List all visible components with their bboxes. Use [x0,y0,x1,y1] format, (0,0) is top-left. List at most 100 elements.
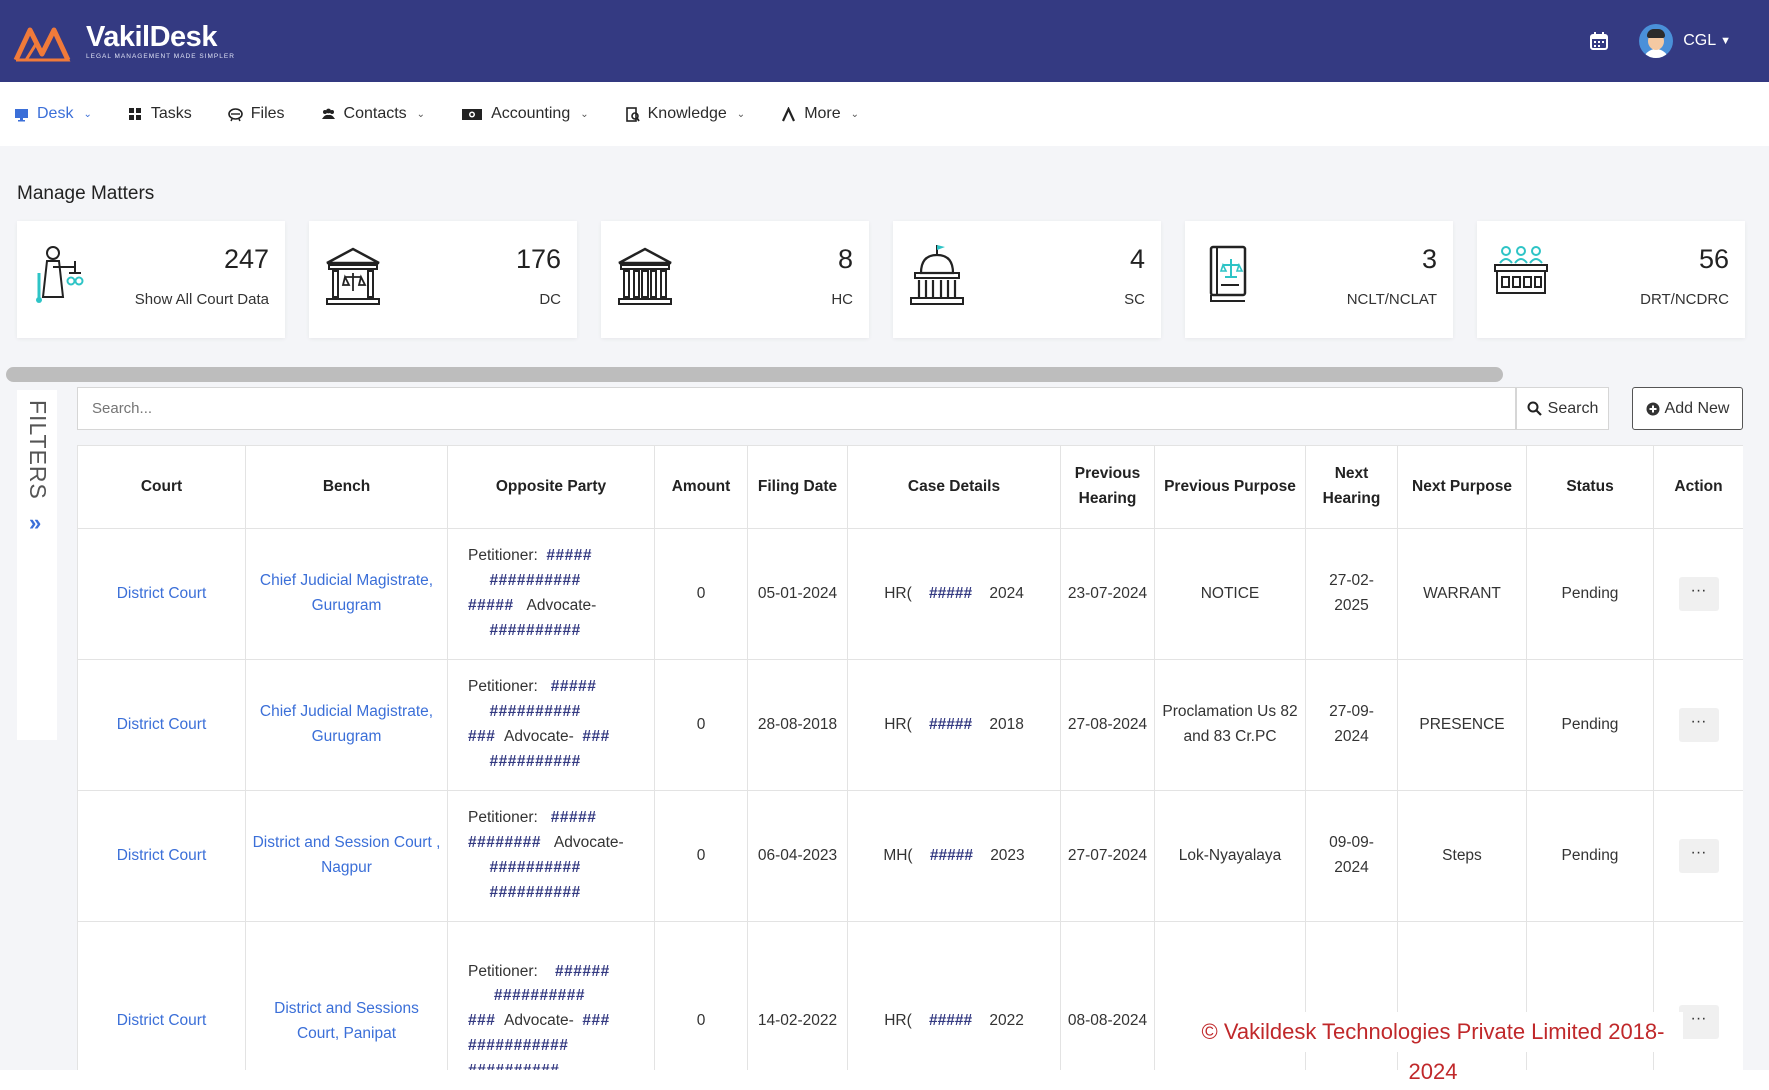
next-purpose-cell: Steps [1397,790,1527,922]
filters-label: FILTERS [25,400,51,500]
stat-label: NCLT/NCLAT [1346,291,1437,308]
court-link[interactable]: District Court [77,659,246,791]
chevron-down-icon[interactable]: ▼ [1720,35,1731,47]
tasks-icon [128,107,143,122]
case-prefix: HR( [884,1012,912,1030]
redacted-text: ########## [489,572,581,590]
search-button[interactable]: Search [1516,387,1609,430]
desk-icon [14,107,29,122]
bench-link[interactable]: District and Session Court , Nagpur [245,790,448,922]
chevron-down-icon: ⌄ [580,108,589,120]
more-icon [781,105,796,122]
column-header[interactable]: Status [1526,445,1654,529]
nav-label-files: Files [250,105,285,122]
filters-panel-toggle[interactable]: FILTERS [17,390,57,740]
redacted-text: ########## [489,883,581,901]
stat-card-all-courts[interactable]: 247 Show All Court Data [17,221,285,338]
action-cell: ··· [1653,790,1743,922]
amount-cell: 0 [654,921,748,1070]
horizontal-scrollbar[interactable] [6,367,1503,382]
column-header[interactable]: Previous Purpose [1154,445,1306,529]
stat-card-drt[interactable]: 56 DRT/NCDRC [1477,221,1745,338]
status-cell: Pending [1526,790,1654,922]
stat-label: Show All Court Data [134,291,269,308]
previous-purpose-cell: Lok-Nyayalaya [1154,790,1306,922]
column-header[interactable]: Next Hearing [1305,445,1398,529]
more-actions-button[interactable]: ··· [1678,1004,1719,1039]
case-prefix: HR( [884,715,912,733]
stat-value: 56 [1698,244,1729,274]
stat-card-hc[interactable]: 8 HC [601,221,869,338]
opposite-party-cell: Petitioner: ##### ######## Advocate- ###… [447,790,655,922]
column-header[interactable]: Bench [245,445,448,529]
case-prefix: MH( [883,846,913,864]
nav-item-knowledge[interactable]: Knowledge ⌄ [625,105,745,123]
bench-link[interactable]: Chief Judicial Magistrate, Gurugram [245,528,448,660]
page-title: Manage Matters [17,183,155,204]
redacted-text: ########## [489,752,581,770]
app-logo[interactable]: VakilDesk LEGAL MANAGEMENT MADE SIMPLER [12,18,235,64]
bench-link[interactable]: Chief Judicial Magistrate, Gurugram [245,659,448,791]
stat-card-sc[interactable]: 4 SC [893,221,1161,338]
top-header-bar: VakilDesk LEGAL MANAGEMENT MADE SIMPLER … [0,0,1769,82]
more-actions-button[interactable]: ··· [1678,839,1719,873]
user-avatar[interactable] [1639,24,1674,58]
table-row[interactable]: District Court District and Session Cour… [77,790,1743,922]
nav-item-contacts[interactable]: Contacts ⌄ [321,105,425,123]
table-row[interactable]: District Court Chief Judicial Magistrate… [77,528,1743,660]
column-header[interactable]: Previous Hearing [1060,445,1155,529]
column-header[interactable]: Amount [654,445,748,529]
stat-label: HC [831,291,853,308]
nav-item-more[interactable]: More ⌄ [781,105,859,123]
previous-hearing-cell: 27-07-2024 [1060,790,1155,922]
more-actions-button[interactable]: ··· [1678,708,1719,742]
copyright-notice: © Vakildesk Technologies Private Limited… [1183,1012,1683,1084]
chevron-down-icon: ⌄ [83,108,92,120]
amount-cell: 0 [654,528,748,660]
nav-item-accounting[interactable]: Accounting ⌄ [461,105,589,123]
nav-item-tasks[interactable]: Tasks [128,105,192,123]
redacted-text: ##### [928,1012,973,1030]
redacted-text: ### [582,728,610,745]
nav-item-files[interactable]: Files [227,105,285,123]
redacted-text: ########## [493,987,586,1005]
calendar-icon[interactable] [1589,31,1609,51]
nav-label-tasks: Tasks [150,105,192,122]
court-link[interactable]: District Court [77,790,246,922]
opposite-party-cell: Petitioner: ##### ########## ##### Advoc… [447,528,655,660]
party-label: Petitioner: [468,678,538,696]
filing-date-cell: 06-04-2023 [747,790,848,922]
column-header[interactable]: Opposite Party [447,445,655,529]
add-new-button[interactable]: Add New [1632,387,1743,430]
column-header[interactable]: Court [77,445,246,529]
column-header[interactable]: Filing Date [747,445,848,529]
stat-card-nclt[interactable]: 3 NCLT/NCLAT [1185,221,1453,338]
column-header[interactable]: Case Details [847,445,1061,529]
next-purpose-cell: PRESENCE [1397,659,1527,791]
table-row[interactable]: District Court Chief Judicial Magistrate… [77,659,1743,791]
case-details-cell: HR( ##### 2022 [847,921,1061,1070]
redacted-text: ########## [489,621,581,639]
user-menu-name[interactable]: CGL [1683,32,1716,50]
courthouse-icon [326,247,380,305]
stat-value: 8 [837,244,853,274]
more-actions-button[interactable]: ··· [1678,577,1719,611]
high-court-icon [618,247,672,305]
nav-item-desk[interactable]: Desk ⌄ [14,105,92,123]
search-input[interactable] [77,387,1516,430]
redacted-text: ########## [489,859,581,876]
double-chevron-right-icon[interactable]: » [29,510,41,536]
court-link[interactable]: District Court [77,528,246,660]
redacted-text: ########### [468,1036,569,1054]
stat-value: 247 [223,244,269,274]
app-name: VakilDesk [86,21,217,53]
next-hearing-cell: 09-09-2024 [1305,790,1398,922]
redacted-text: ##### [550,809,597,827]
filing-date-cell: 14-02-2022 [747,921,848,1070]
previous-hearing-cell: 23-07-2024 [1060,528,1155,660]
court-link[interactable]: District Court [77,921,246,1070]
column-header[interactable]: Next Purpose [1397,445,1527,529]
stat-card-dc[interactable]: 176 DC [309,221,577,338]
bench-link[interactable]: District and Sessions Court, Panipat [245,921,448,1070]
add-new-label: Add New [1664,399,1730,417]
